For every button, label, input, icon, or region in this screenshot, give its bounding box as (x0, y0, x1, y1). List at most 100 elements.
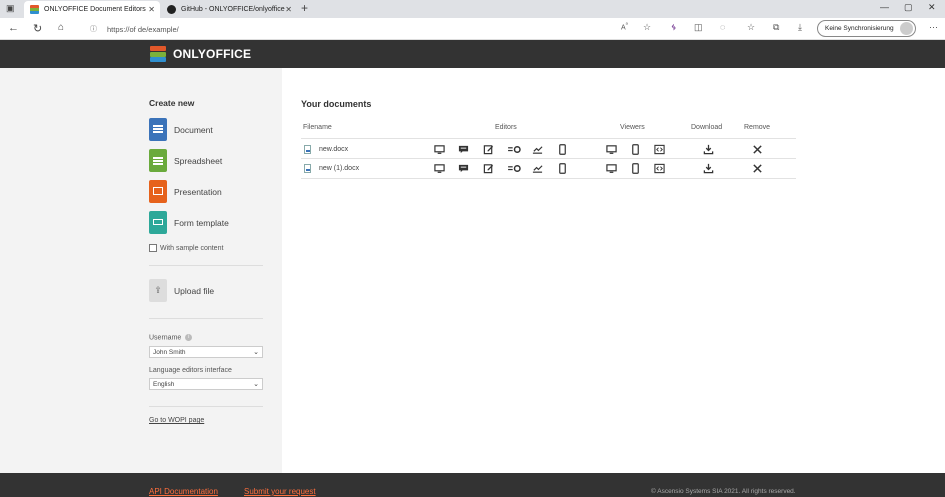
wopi-link[interactable]: Go to WOPI page (149, 417, 204, 424)
docx-file-icon (304, 164, 311, 173)
edit-fill-icon[interactable] (531, 143, 543, 155)
file-name-link[interactable]: new.docx (319, 146, 348, 153)
favorites-icon[interactable]: ☆ (747, 22, 755, 33)
create-item-label: Spreadsheet (174, 155, 223, 166)
username-value: John Smith (153, 348, 186, 356)
create-new-title: Create new (149, 98, 195, 108)
view-embedded-icon[interactable] (653, 162, 665, 174)
camera-icon[interactable]: ◫ (694, 22, 703, 33)
avatar (900, 22, 913, 35)
api-documentation-link[interactable]: API Documentation (149, 487, 218, 496)
tab-github[interactable]: GitHub - ONLYOFFICE/onlyoffice ✕ (161, 1, 297, 18)
edit-fill-icon[interactable] (531, 162, 543, 174)
divider (149, 406, 263, 407)
table-row: new.docx (301, 140, 796, 159)
edit-desktop-icon[interactable] (433, 143, 445, 155)
create-presentation-button[interactable]: Presentation (149, 180, 222, 203)
url-text: https://of de/example/ (107, 24, 179, 34)
onlyoffice-logo-icon (149, 45, 167, 63)
username-label-text: Username (149, 334, 182, 342)
upload-file-button[interactable]: ⇪ Upload file (149, 279, 214, 302)
edit-desktop-icon[interactable] (433, 162, 445, 174)
remove-icon[interactable] (751, 143, 763, 155)
presentation-icon (149, 180, 167, 203)
create-item-label: Form template (174, 217, 229, 228)
favorite-add-icon[interactable]: ☆ (643, 22, 651, 33)
edit-review-icon[interactable] (482, 162, 494, 174)
username-select[interactable]: John Smith ⌄ (149, 346, 263, 358)
edit-comment-icon[interactable] (457, 143, 469, 155)
address-bar-row: ← ↻ ⌂ ⓘ https://of de/example/ Aᵃ ☆ ᛃ ◫ … (0, 18, 945, 40)
table-row: new (1).docx (301, 159, 796, 178)
logo[interactable]: ONLYOFFICE (149, 45, 251, 63)
browser-essentials-icon[interactable]: ◌ (720, 22, 725, 32)
create-item-label: Document (174, 124, 213, 135)
maximize-icon[interactable]: ▢ (904, 2, 913, 13)
divider (149, 265, 263, 266)
edit-mobile-icon[interactable] (556, 143, 568, 155)
sync-button[interactable]: Keine Synchronisierung (817, 20, 916, 37)
create-spreadsheet-button[interactable]: Spreadsheet (149, 149, 222, 172)
browser-tab-bar: ▣ ONLYOFFICE Document Editors ✕ GitHub -… (0, 0, 945, 18)
edit-settings-icon[interactable] (506, 162, 522, 174)
create-document-button[interactable]: Document (149, 118, 213, 141)
download-icon[interactable] (702, 162, 714, 174)
footer: API Documentation Submit your request © … (0, 473, 945, 497)
spreadsheet-icon (149, 149, 167, 172)
column-header-remove: Remove (744, 124, 771, 131)
view-mobile-icon[interactable] (629, 143, 641, 155)
sample-content-checkbox[interactable]: With sample content (149, 244, 223, 252)
window-close-icon[interactable]: ✕ (928, 2, 936, 13)
download-icon[interactable]: ⤓ (798, 22, 802, 33)
more-menu-icon[interactable]: ⋯ (929, 22, 938, 33)
view-embedded-icon[interactable] (653, 143, 665, 155)
view-desktop-icon[interactable] (605, 143, 617, 155)
column-header-editors: Editors (495, 124, 517, 131)
close-icon[interactable]: ✕ (285, 5, 292, 14)
chevron-down-icon: ⌄ (253, 381, 259, 388)
home-icon[interactable]: ⌂ (58, 22, 64, 33)
edit-settings-icon[interactable] (506, 143, 522, 155)
new-tab-icon[interactable]: + (301, 1, 308, 15)
tab-onlyoffice[interactable]: ONLYOFFICE Document Editors ✕ (24, 1, 160, 18)
app-header: ONLYOFFICE (0, 40, 945, 68)
reload-icon[interactable]: ↻ (33, 22, 42, 35)
close-icon[interactable]: ✕ (148, 5, 155, 14)
create-form-template-button[interactable]: Form template (149, 211, 229, 234)
read-aloud-icon[interactable]: Aᵃ (621, 22, 628, 31)
copyright-text: © Ascensio Systems SIA 2021. All rights … (651, 488, 796, 495)
sidebar: Create new Document Spreadsheet Presenta… (0, 68, 282, 473)
info-icon[interactable]: ⓘ (90, 24, 97, 34)
logo-text: ONLYOFFICE (173, 47, 252, 61)
tab-actions-icon[interactable]: ▣ (6, 3, 15, 14)
column-header-download: Download (691, 124, 723, 131)
extension-icon[interactable]: ᛃ (671, 22, 676, 32)
divider (301, 178, 796, 179)
collections-icon[interactable]: ⧉ (773, 22, 779, 33)
edit-review-icon[interactable] (482, 143, 494, 155)
minimize-icon[interactable]: — (880, 2, 889, 12)
divider (301, 138, 796, 139)
view-mobile-icon[interactable] (629, 162, 641, 174)
edit-comment-icon[interactable] (457, 162, 469, 174)
url-field[interactable]: https://of de/example/ (107, 21, 627, 37)
checkbox-icon[interactable] (149, 244, 157, 252)
divider (149, 318, 263, 319)
file-name-link[interactable]: new (1).docx (319, 165, 359, 172)
docx-file-icon (304, 145, 311, 154)
back-icon[interactable]: ← (8, 22, 19, 34)
onlyoffice-favicon-icon (30, 5, 39, 14)
sample-content-label: With sample content (160, 244, 224, 252)
remove-icon[interactable] (751, 162, 763, 174)
language-select[interactable]: English ⌄ (149, 378, 263, 390)
view-desktop-icon[interactable] (605, 162, 617, 174)
submit-request-link[interactable]: Submit your request (244, 487, 316, 496)
info-icon[interactable]: i (185, 334, 193, 341)
chevron-down-icon: ⌄ (253, 349, 259, 356)
edit-mobile-icon[interactable] (556, 162, 568, 174)
create-item-label: Presentation (174, 186, 222, 197)
tab-title: ONLYOFFICE Document Editors (44, 6, 146, 13)
sync-label: Keine Synchronisierung (825, 25, 894, 32)
language-label: Language editors interface (149, 367, 232, 374)
download-icon[interactable] (702, 143, 714, 155)
